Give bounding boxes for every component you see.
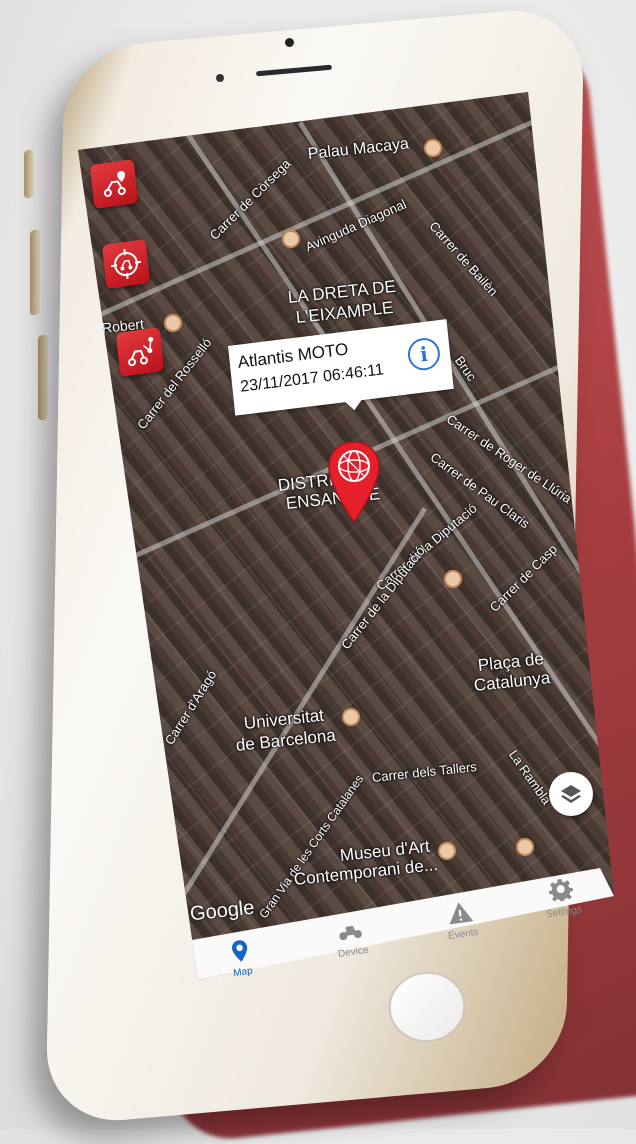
map-label-rambla: La Rambla bbox=[505, 747, 555, 808]
map-label-palau-macaya: Palau Macaya bbox=[307, 135, 410, 163]
info-button[interactable]: i bbox=[406, 336, 442, 373]
scooter-center-button[interactable] bbox=[101, 239, 151, 289]
warning-icon bbox=[449, 902, 474, 925]
map-label-avinguda-diagonal: Avinguda Diagonal bbox=[302, 196, 409, 255]
poi-icon bbox=[423, 138, 443, 158]
map-label-roger-lluria: Carrer de Roger de Llúria bbox=[443, 411, 575, 507]
scooter-route-button[interactable] bbox=[115, 327, 165, 377]
poi-icon bbox=[515, 837, 535, 857]
poi-icon bbox=[443, 569, 463, 589]
map-label-carrer-bailen: Carrer de Bailèn bbox=[426, 218, 501, 299]
map-label-casp: Carrer de Casp bbox=[486, 541, 561, 615]
nav-item-device[interactable]: Device bbox=[333, 916, 369, 960]
nav-item-events[interactable]: Events bbox=[443, 898, 479, 942]
map-label-diputacio-2: Carrer de la Diputació bbox=[338, 543, 428, 653]
info-icon: i bbox=[418, 341, 429, 367]
map-layers-button[interactable] bbox=[549, 772, 593, 816]
scooter-location-button[interactable] bbox=[89, 159, 139, 209]
device-location-pin-icon[interactable] bbox=[326, 440, 382, 524]
crosshair-scooter-icon bbox=[111, 248, 141, 280]
volume-up-button bbox=[30, 229, 40, 316]
motorcycle-icon bbox=[339, 925, 363, 941]
mute-switch bbox=[24, 149, 34, 199]
proximity-sensor bbox=[216, 74, 224, 82]
nav-item-settings[interactable]: Settings bbox=[541, 876, 583, 920]
map-pin-icon bbox=[231, 940, 248, 962]
poi-icon bbox=[281, 229, 301, 249]
map-label-bruc: Bruc bbox=[451, 353, 480, 384]
route-scooter-icon bbox=[128, 336, 154, 367]
gear-icon bbox=[548, 878, 574, 902]
poi-icon bbox=[437, 841, 457, 861]
poi-icon bbox=[341, 707, 361, 727]
nav-item-map[interactable]: Map bbox=[225, 936, 256, 979]
layers-icon bbox=[561, 785, 581, 803]
scooter-pin-icon bbox=[103, 170, 126, 197]
volume-down-button bbox=[38, 334, 48, 421]
map-label-tallers: Carrer dels Tallers bbox=[371, 759, 478, 785]
poi-icon bbox=[163, 313, 183, 333]
front-camera bbox=[285, 38, 294, 47]
map-label-arago: Carrer d'Aragó bbox=[161, 667, 220, 748]
